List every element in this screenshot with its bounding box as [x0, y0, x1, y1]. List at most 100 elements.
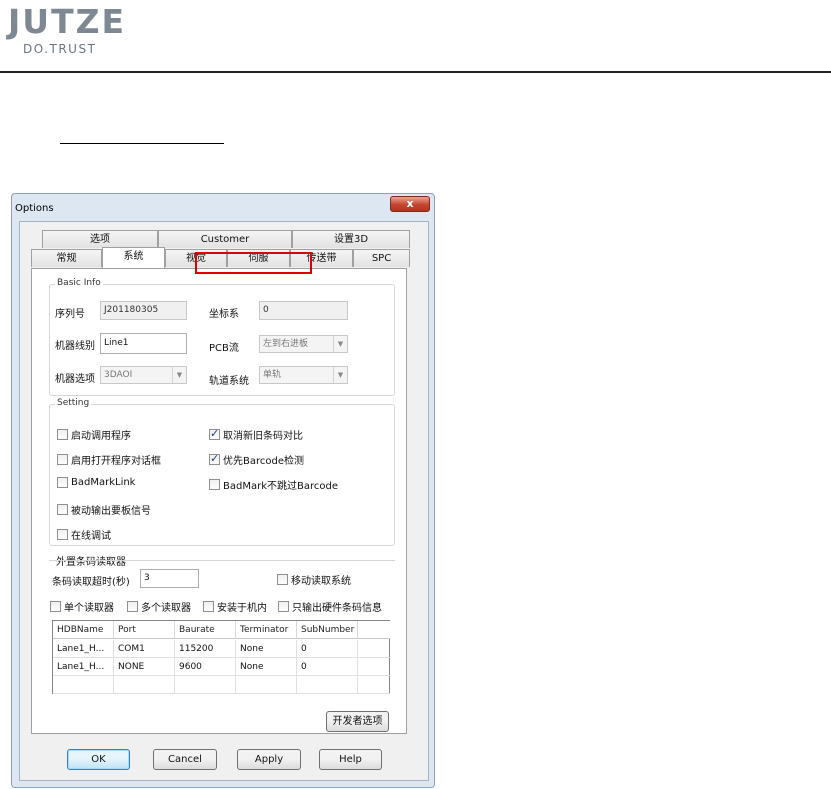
checkbox-open-program-dialog[interactable]: 启用打开程序对话框 — [57, 452, 161, 467]
checkbox-single-reader-box[interactable] — [50, 601, 61, 612]
checkbox-label: 启用打开程序对话框 — [71, 456, 161, 467]
checkbox-badmark-link[interactable]: BadMarkLink — [57, 477, 135, 488]
close-icon: x — [406, 197, 414, 210]
tab-system[interactable]: 系统 — [102, 247, 165, 268]
machine-option-value: 3DAOI — [104, 370, 133, 380]
barcode-reader-table[interactable]: HDBName Port Baurate Terminator SubNumbe… — [52, 620, 390, 694]
pcb-flow-value: 左到右进板 — [263, 339, 309, 349]
tab-customer[interactable]: Customer — [158, 230, 292, 248]
checkbox-mobile-read-system-box[interactable] — [277, 574, 288, 585]
barcode-timeout-label: 条码读取超时(秒) — [52, 577, 130, 588]
column-header[interactable]: SubNumber — [297, 621, 358, 639]
checkbox-label: 在线调试 — [71, 531, 111, 542]
tab-general[interactable]: 常规 — [31, 249, 102, 267]
table-cell: 9600 — [175, 658, 236, 676]
column-header[interactable]: Baurate — [175, 621, 236, 639]
barcode-timeout-input[interactable]: 3 — [140, 569, 199, 588]
checkbox-badmark-no-skip-barcode-box[interactable] — [209, 479, 220, 490]
checkbox-label: 被动输出要板信号 — [71, 506, 151, 517]
checkbox-multiple-readers[interactable]: 多个读取器 — [127, 599, 191, 614]
checkbox-label: 单个读取器 — [64, 603, 114, 614]
cancel-button[interactable]: Cancel — [153, 749, 217, 770]
checkbox-single-reader[interactable]: 单个读取器 — [50, 599, 114, 614]
checkbox-cancel-barcode-compare-box[interactable] — [209, 427, 220, 440]
chevron-down-icon: ▼ — [333, 336, 347, 352]
table-cell: NONE — [114, 658, 175, 676]
serial-number-field[interactable]: J201180305 — [100, 301, 187, 320]
checkbox-label: 移动读取系统 — [291, 576, 351, 587]
section-divider — [49, 560, 395, 561]
table-cell-filler — [358, 640, 390, 658]
table-cell — [297, 676, 358, 694]
checkbox-mobile-read-system[interactable]: 移动读取系统 — [277, 572, 351, 587]
header-divider — [0, 71, 831, 73]
checkbox-barcode-priority-box[interactable] — [209, 452, 220, 465]
table-cell: None — [236, 640, 297, 658]
setting-group: Setting — [49, 398, 395, 546]
table-cell: 115200 — [175, 640, 236, 658]
column-header-filler — [358, 621, 390, 639]
track-system-select[interactable]: 单轨 ▼ — [259, 366, 348, 384]
apply-button[interactable]: Apply — [237, 749, 301, 770]
machine-option-select[interactable]: 3DAOI ▼ — [100, 366, 187, 384]
developer-options-button[interactable]: 开发者选项 — [326, 711, 389, 732]
table-cell: Lane1_H... — [53, 658, 114, 676]
table-cell — [175, 676, 236, 694]
checkbox-badmark-no-skip-barcode[interactable]: BadMark不跳过Barcode — [209, 477, 338, 492]
column-header[interactable]: Port — [114, 621, 175, 639]
checkbox-open-program-dialog-box[interactable] — [57, 454, 68, 465]
ok-button[interactable]: OK — [67, 749, 130, 770]
coordinate-system-label: 坐标系 — [209, 309, 239, 320]
track-system-value: 单轨 — [263, 370, 282, 380]
basic-info-title: Basic Info — [55, 278, 103, 288]
checkbox-label: 多个读取器 — [141, 603, 191, 614]
company-logo: JUTZE DO.TRUST — [8, 5, 126, 56]
checkbox-label: 安装于机内 — [217, 603, 267, 614]
table-cell-filler — [358, 658, 390, 676]
table-cell: Lane1_H... — [53, 640, 114, 658]
checkbox-label: 启动调用程序 — [71, 431, 131, 442]
tab-settings-3d[interactable]: 设置3D — [292, 230, 410, 248]
checkbox-online-debug[interactable]: 在线调试 — [57, 527, 111, 542]
checkbox-hardware-barcode-only[interactable]: 只输出硬件条码信息 — [278, 599, 382, 614]
checkbox-online-debug-box[interactable] — [57, 529, 68, 540]
tab-options[interactable]: 选项 — [42, 230, 158, 248]
logo-tagline: DO.TRUST — [23, 42, 97, 56]
machine-line-label: 机器线别 — [55, 341, 95, 352]
checkbox-label: 优先Barcode检测 — [223, 456, 304, 467]
checkbox-label: BadMark不跳过Barcode — [223, 481, 338, 492]
machine-line-input[interactable]: Line1 — [100, 333, 187, 354]
table-cell — [236, 676, 297, 694]
column-header[interactable]: HDBName — [53, 621, 114, 639]
heading-underline — [60, 143, 224, 144]
checkbox-startup-program-box[interactable] — [57, 429, 68, 440]
table-cell-filler — [358, 676, 390, 694]
checkbox-badmark-link-box[interactable] — [57, 477, 68, 488]
table-cell: 0 — [297, 640, 358, 658]
track-system-label: 轨道系统 — [209, 376, 249, 387]
table-cell: None — [236, 658, 297, 676]
checkbox-install-inside[interactable]: 安装于机内 — [203, 599, 267, 614]
column-header[interactable]: Terminator — [236, 621, 297, 639]
pcb-flow-select[interactable]: 左到右进板 ▼ — [259, 335, 348, 353]
checkbox-cancel-barcode-compare[interactable]: 取消新旧条码对比 — [209, 427, 303, 442]
chevron-down-icon: ▼ — [172, 367, 186, 383]
checkbox-label: 取消新旧条码对比 — [223, 431, 303, 442]
highlight-box — [195, 252, 312, 274]
checkbox-startup-program[interactable]: 启动调用程序 — [57, 427, 131, 442]
checkbox-multiple-readers-box[interactable] — [127, 601, 138, 612]
help-button[interactable]: Help — [319, 749, 382, 770]
checkbox-install-inside-box[interactable] — [203, 601, 214, 612]
checkbox-passive-board-request-box[interactable] — [57, 504, 68, 515]
serial-number-label: 序列号 — [55, 309, 85, 320]
table-cell: COM1 — [114, 640, 175, 658]
setting-title: Setting — [55, 398, 92, 408]
coordinate-system-field[interactable]: 0 — [259, 301, 348, 320]
tab-spc[interactable]: SPC — [353, 249, 410, 267]
title-bar[interactable]: Options x — [12, 194, 434, 220]
checkbox-hardware-barcode-only-box[interactable] — [278, 601, 289, 612]
pcb-flow-label: PCB流 — [209, 343, 239, 354]
checkbox-passive-board-request[interactable]: 被动输出要板信号 — [57, 502, 151, 517]
checkbox-barcode-priority[interactable]: 优先Barcode检测 — [209, 452, 304, 467]
close-button[interactable]: x — [390, 196, 430, 212]
